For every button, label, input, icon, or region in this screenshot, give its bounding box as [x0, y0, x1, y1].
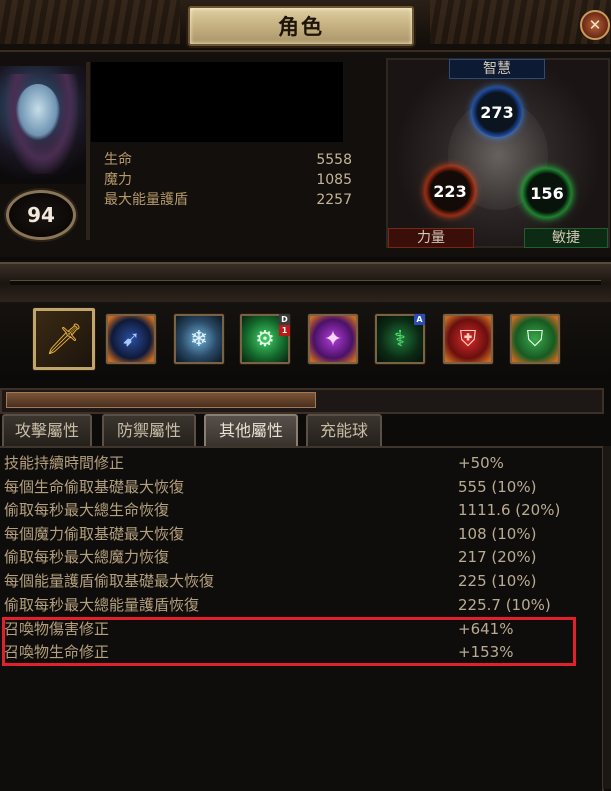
- blue-arrow-skill-icon: ➹: [121, 326, 141, 352]
- tab-charges[interactable]: 充能球: [306, 414, 382, 446]
- property-value: +50%: [458, 454, 504, 472]
- panel-divider: [86, 62, 90, 240]
- intelligence-label: 智慧: [449, 59, 545, 79]
- skill-slot-7[interactable]: ⛨: [443, 314, 493, 364]
- skill-bar: 🗡 ➹ ❄ ⚙ D 1 ✦ ⚕ A ⛨ ⛉: [0, 302, 611, 380]
- property-label: 偷取每秒最大總能量護盾恢復: [4, 596, 200, 614]
- tab-offense[interactable]: 攻擊屬性: [2, 414, 92, 446]
- character-name-redacted: [91, 62, 343, 142]
- property-label: 每個魔力偷取基礎最大恢復: [4, 525, 185, 543]
- level-badge: 94: [6, 190, 76, 240]
- stat-label: 生命: [104, 152, 132, 168]
- skill-slot-4[interactable]: ⚙ D 1: [240, 314, 290, 364]
- character-stats: 生命 5558 魔力 1085 最大能量護盾 2257: [104, 150, 352, 210]
- property-label: 技能持續時間修正: [4, 454, 125, 472]
- property-scrollbar[interactable]: [603, 446, 611, 789]
- separator-groove: [10, 280, 601, 285]
- highlight-box: [2, 617, 576, 666]
- property-row: 偷取每秒最大總能量護盾恢復 225.7 (10%): [4, 594, 594, 617]
- stat-row-life: 生命 5558: [104, 150, 352, 170]
- property-value: 108 (10%): [458, 525, 537, 543]
- skill-slot-5[interactable]: ✦: [308, 314, 358, 364]
- property-value: 217 (20%): [458, 548, 537, 566]
- stat-label: 最大能量護盾: [104, 192, 188, 208]
- skill-slot-8[interactable]: ⛉: [510, 314, 560, 364]
- ice-golem-skill-icon: ❄: [189, 326, 209, 352]
- skill-tag-a: A: [414, 314, 425, 325]
- property-label: 每個能量護盾偷取基礎最大恢復: [4, 572, 215, 590]
- stat-value: 5558: [316, 152, 352, 168]
- property-row: 每個能量護盾偷取基礎最大恢復 225 (10%): [4, 570, 594, 593]
- stat-row-mana: 魔力 1085: [104, 170, 352, 190]
- intelligence-orb[interactable]: 273: [472, 87, 522, 137]
- strength-label: 力量: [388, 228, 474, 248]
- stat-value: 2257: [316, 192, 352, 208]
- sword-icon: 🗡: [44, 321, 84, 357]
- skill-slot-6[interactable]: ⚕ A: [375, 314, 425, 364]
- property-value: 1111.6 (20%): [458, 501, 561, 519]
- property-label: 每個生命偷取基礎最大恢復: [4, 478, 185, 496]
- green-shield-skill-icon: ⛉: [526, 326, 544, 352]
- ornate-separator: [0, 262, 611, 304]
- property-row: 偷取每秒最大總生命恢復 1111.6 (20%): [4, 499, 594, 522]
- property-row: 技能持續時間修正 +50%: [4, 452, 594, 475]
- property-value: 225.7 (10%): [458, 596, 551, 614]
- purple-storm-skill-icon: ✦: [323, 326, 343, 352]
- property-value: 225 (10%): [458, 572, 537, 590]
- ornament-left: [0, 0, 180, 44]
- tab-misc[interactable]: 其他屬性: [204, 414, 298, 446]
- portrait-face: [16, 84, 60, 140]
- stat-label: 魔力: [104, 172, 132, 188]
- property-label: 偷取每秒最大總魔力恢復: [4, 548, 170, 566]
- skill-scroll-thumb[interactable]: [6, 392, 316, 408]
- property-value: 555 (10%): [458, 478, 537, 496]
- window-title: 角色: [188, 6, 414, 46]
- skill-tag-red: 1: [279, 325, 290, 336]
- property-tabs: 攻擊屬性 防禦屬性 其他屬性 充能球: [0, 414, 611, 446]
- dexterity-label: 敏捷: [524, 228, 608, 248]
- property-label: 偷取每秒最大總生命恢復: [4, 501, 170, 519]
- tab-defense[interactable]: 防禦屬性: [102, 414, 196, 446]
- property-row: 每個生命偷取基礎最大恢復 555 (10%): [4, 476, 594, 499]
- stat-value: 1085: [316, 172, 352, 188]
- property-row: 偷取每秒最大總魔力恢復 217 (20%): [4, 546, 594, 569]
- skill-slot-2[interactable]: ➹: [106, 314, 156, 364]
- dexterity-orb[interactable]: 156: [522, 168, 572, 218]
- skill-slot-sword[interactable]: 🗡: [33, 308, 95, 370]
- red-shield-skill-icon: ⛨: [459, 326, 477, 352]
- close-icon[interactable]: ✕: [580, 10, 610, 40]
- character-portrait: [0, 66, 88, 184]
- strength-orb[interactable]: 223: [425, 166, 475, 216]
- property-row: 每個魔力偷取基礎最大恢復 108 (10%): [4, 523, 594, 546]
- stat-row-energy-shield: 最大能量護盾 2257: [104, 190, 352, 210]
- skill-tag-d: D: [279, 314, 290, 325]
- skill-slot-3[interactable]: ❄: [174, 314, 224, 364]
